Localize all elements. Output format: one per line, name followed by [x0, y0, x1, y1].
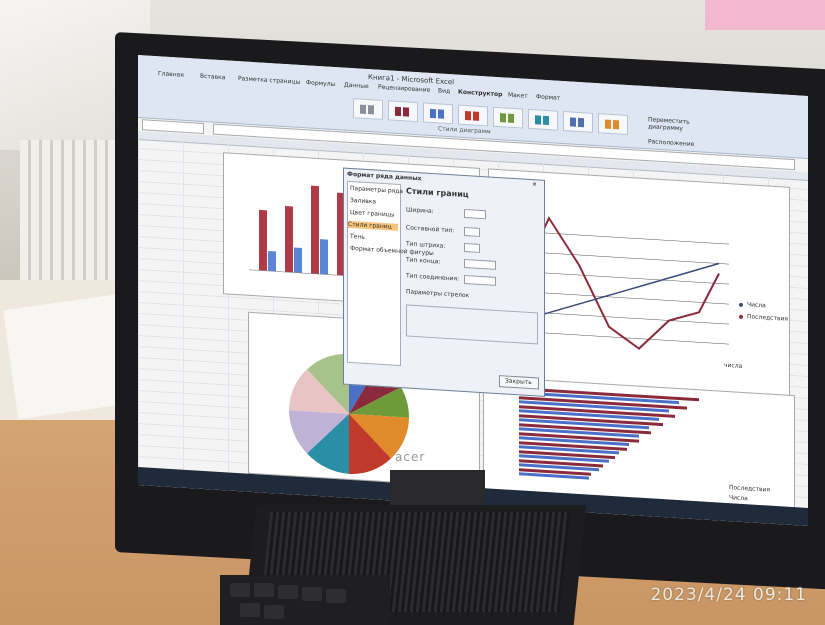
keyboard[interactable] — [220, 575, 390, 625]
dash-type-select[interactable] — [464, 242, 480, 253]
ribbon-group-label: Расположение — [648, 138, 695, 149]
column-bar — [294, 247, 302, 274]
close-button-label: Закрыть — [505, 377, 532, 387]
compound-type-select[interactable] — [464, 226, 480, 237]
section-title: Стили границ — [406, 186, 469, 200]
keyboard-key[interactable] — [264, 605, 284, 619]
column-bar — [259, 209, 267, 271]
format-series-dialog[interactable]: Формат ряда данных ✕ Параметры ряда Зали… — [343, 167, 545, 397]
dialog-nav-item[interactable]: Цвет границы — [350, 209, 395, 219]
photo-timestamp: 2023/4/24 09:11 — [650, 585, 807, 605]
chart-style-button[interactable] — [493, 106, 523, 129]
chart-style-button[interactable] — [423, 102, 453, 125]
ribbon-tab[interactable]: Разметка страницы — [238, 75, 300, 86]
cap-type-select[interactable] — [464, 258, 496, 270]
ribbon-tab[interactable]: Главная — [158, 70, 184, 79]
dialog-nav-item-selected[interactable]: Стили границ — [348, 220, 398, 231]
monitor-screen: Книга1 - Microsoft Excel Главная Вставка… — [138, 55, 808, 526]
ribbon-tab[interactable]: Макет — [508, 92, 528, 100]
dialog-nav-item[interactable]: Тень — [350, 233, 365, 241]
column-bar — [285, 205, 293, 273]
field-label: Ширина: — [406, 206, 434, 216]
chart-style-button[interactable] — [353, 98, 383, 120]
radiator — [20, 140, 130, 280]
dialog-nav: Параметры ряда Заливка Цвет границы Стил… — [347, 180, 434, 367]
legend-entry: Числа — [729, 494, 748, 503]
keyboard-key[interactable] — [326, 589, 346, 603]
keyboard-key[interactable] — [302, 587, 322, 601]
monitor-brand-logo: acer — [395, 450, 426, 464]
chart-style-button[interactable] — [458, 104, 488, 127]
arrow-settings[interactable] — [406, 304, 538, 345]
field-label: Составной тип: — [406, 224, 455, 235]
chart-style-button[interactable] — [563, 110, 593, 133]
ribbon-tab[interactable]: Рецензирование — [378, 84, 430, 94]
ribbon-tab[interactable]: Формулы — [306, 79, 335, 88]
join-type-select[interactable] — [464, 274, 496, 286]
pink-object — [705, 0, 825, 30]
column-bar — [320, 239, 328, 275]
column-bar — [311, 185, 319, 275]
field-label: Тип конца: — [406, 256, 441, 266]
keyboard-key[interactable] — [278, 585, 298, 599]
width-spinner[interactable] — [464, 208, 486, 220]
keyboard-key[interactable] — [230, 583, 250, 597]
field-label: Параметры стрелок — [406, 288, 470, 300]
ribbon-group-label: Стили диаграмм — [438, 125, 491, 136]
dialog-close-button[interactable]: Закрыть — [499, 375, 539, 390]
keyboard-key[interactable] — [240, 603, 260, 617]
ribbon-tab[interactable]: Формат — [536, 93, 560, 101]
dialog-nav-item[interactable]: Заливка — [350, 197, 376, 206]
ribbon-tab[interactable]: Данные — [344, 82, 369, 91]
axis-label: числа — [724, 361, 743, 370]
move-chart-button[interactable]: Переместить диаграмму — [648, 116, 690, 132]
chart-style-button[interactable] — [388, 100, 418, 123]
dialog-nav-item[interactable]: Параметры ряда — [350, 185, 403, 195]
chart-style-button[interactable] — [528, 108, 558, 131]
column-bar — [268, 250, 276, 272]
ribbon-tab-active[interactable]: Конструктор — [458, 89, 502, 99]
legend-entry: Числа — [747, 301, 766, 310]
dialog-close-icon[interactable]: ✕ — [532, 181, 537, 188]
chart-style-button[interactable] — [598, 113, 628, 135]
ribbon-tab[interactable]: Вставка — [200, 73, 225, 82]
field-label: Тип соединения: — [406, 272, 460, 283]
keyboard-key[interactable] — [254, 583, 274, 597]
ribbon-tab[interactable]: Вид — [438, 87, 450, 95]
